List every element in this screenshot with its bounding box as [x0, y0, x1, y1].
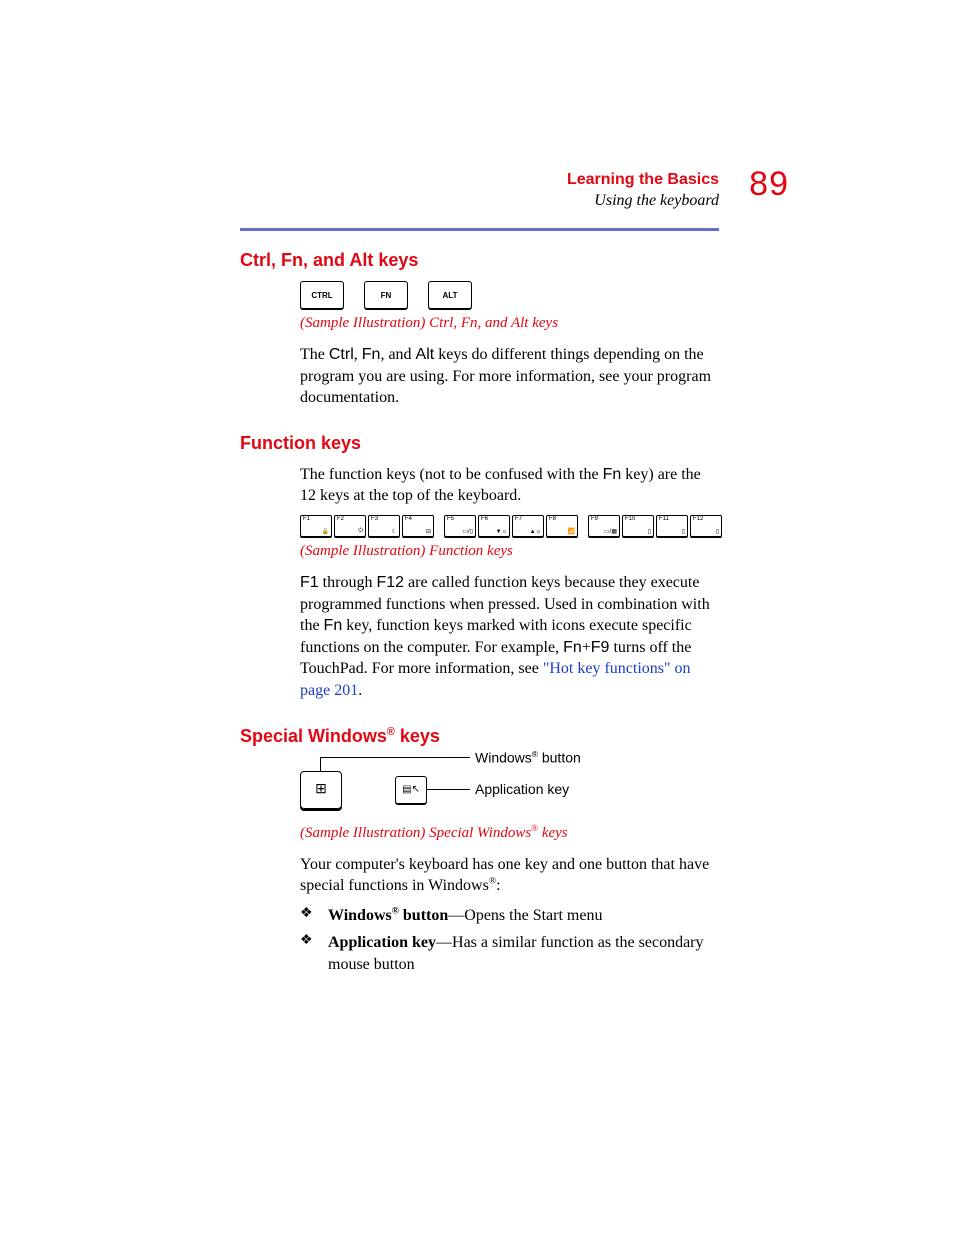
section3-body: ⊞ ▤↖ Windows® button Application key (Sa… — [300, 757, 720, 976]
wireless-icon: 📶 — [568, 528, 575, 535]
lock-icon: 🔒 — [322, 528, 329, 535]
list-item: Application key—Has a similar function a… — [300, 932, 720, 975]
application-key-illustration: ▤↖ — [395, 776, 427, 804]
section3-intro: Your computer's keyboard has one key and… — [300, 854, 720, 897]
leader-line — [320, 757, 321, 771]
f7-key: F7▲☼ — [512, 515, 544, 537]
f3-key: F3☾ — [368, 515, 400, 537]
ctrl-fn-alt-illustration: CTRL FN ALT — [300, 281, 720, 309]
brightness-up-icon: ▲☼ — [530, 529, 541, 535]
application-key-label: Application key — [475, 781, 569, 797]
f4-key: F4⊟ — [402, 515, 434, 537]
windows-key-illustration: ⊞ — [300, 771, 342, 809]
f11-key: F11▯ — [656, 515, 688, 537]
function-keys-illustration: F1🔒 F2⏻ F3☾ F4⊟ F5▭/▯ F6▼☼ F7▲☼ F8📶 F9▭/… — [300, 515, 720, 537]
f1-key: F1🔒 — [300, 515, 332, 537]
sleep-icon: ☾ — [392, 528, 397, 535]
section2-body: The function keys (not to be confused wi… — [300, 464, 720, 702]
touchpad-icon: ▭/▦ — [604, 528, 617, 535]
windows-keys-illustration: ⊞ ▤↖ Windows® button Application key — [300, 757, 720, 817]
display-icon: ▭/▯ — [462, 528, 473, 535]
section1-paragraph: The Ctrl, Fn, and Alt keys do different … — [300, 344, 720, 409]
f2-key: F2⏻ — [334, 515, 366, 537]
fn-key-illustration: FN — [364, 281, 408, 309]
windows-keys-list: Windows® button—Opens the Start menu App… — [300, 905, 720, 976]
fkey-group-1: F1🔒 F2⏻ F3☾ F4⊟ — [300, 515, 434, 537]
section1-body: CTRL FN ALT (Sample Illustration) Ctrl, … — [300, 281, 720, 409]
page-header: Learning the Basics Using the keyboard — [567, 170, 719, 212]
power-icon: ⏻ — [358, 528, 363, 535]
fkey-group-3: F9▭/▦ F10▯ F11▯ F12▯ — [588, 515, 722, 537]
section2-intro: The function keys (not to be confused wi… — [300, 464, 720, 507]
ctrl-key-illustration: CTRL — [300, 281, 344, 309]
f6-key: F6▼☼ — [478, 515, 510, 537]
section3-caption: (Sample Illustration) Special Windows® k… — [300, 823, 720, 842]
heading-special-windows-keys: Special Windows® keys — [240, 726, 720, 747]
f10-key: F10▯ — [622, 515, 654, 537]
leader-line — [320, 757, 470, 758]
page-number: 89 — [749, 165, 789, 204]
f9-key: F9▭/▦ — [588, 515, 620, 537]
content-body: Ctrl, Fn, and Alt keys CTRL FN ALT (Samp… — [240, 250, 720, 976]
section2-paragraph: F1 through F12 are called function keys … — [300, 572, 720, 702]
f12-key: F12▯ — [690, 515, 722, 537]
application-menu-icon: ▤↖ — [402, 784, 420, 795]
section1-caption: (Sample Illustration) Ctrl, Fn, and Alt … — [300, 315, 720, 332]
brightness-down-icon: ▼☼ — [496, 529, 507, 535]
section-title: Using the keyboard — [567, 191, 719, 212]
list-item: Windows® button—Opens the Start menu — [300, 905, 720, 927]
numlock-icon: ▯ — [682, 528, 685, 535]
alt-key-illustration: ALT — [428, 281, 472, 309]
header-divider — [240, 228, 719, 231]
fkey-group-2: F5▭/▯ F6▼☼ F7▲☼ F8📶 — [444, 515, 578, 537]
heading-ctrl-fn-alt: Ctrl, Fn, and Alt keys — [240, 250, 720, 271]
scroll-icon: ▯ — [716, 528, 719, 535]
page: Learning the Basics Using the keyboard 8… — [0, 0, 954, 1062]
section2-caption: (Sample Illustration) Function keys — [300, 543, 720, 560]
leader-line — [427, 789, 470, 790]
hibernate-icon: ⊟ — [426, 528, 431, 535]
chapter-title: Learning the Basics — [567, 170, 719, 191]
f5-key: F5▭/▯ — [444, 515, 476, 537]
heading-function-keys: Function keys — [240, 433, 720, 454]
windows-button-label: Windows® button — [475, 749, 581, 766]
f8-key: F8📶 — [546, 515, 578, 537]
windows-logo-icon: ⊞ — [315, 781, 327, 798]
cursor-icon: ▯ — [648, 528, 651, 535]
